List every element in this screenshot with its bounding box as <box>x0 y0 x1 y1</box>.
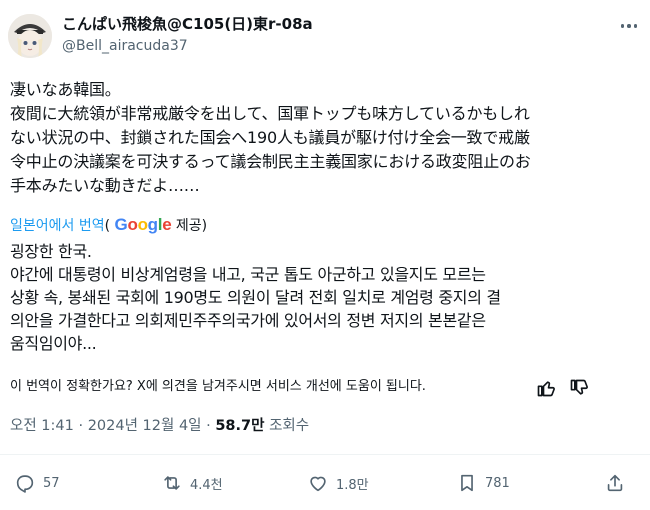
share-button[interactable] <box>604 468 626 498</box>
translation-attribution: 일본어에서 번역( Google 제공) <box>10 215 207 236</box>
share-icon <box>607 474 623 492</box>
bookmark-count: 781 <box>485 475 510 491</box>
meta-separator: · <box>206 418 211 434</box>
thumbs-up-icon[interactable] <box>536 378 556 398</box>
bookmark-icon <box>461 474 473 492</box>
thumbs-down-icon[interactable] <box>569 378 589 398</box>
translation-feedback-prompt: 이 번역이 정확한가요? X에 의견을 남겨주시면 서비스 개선에 도움이 됩니… <box>10 379 426 394</box>
more-options-icon[interactable] <box>616 16 642 36</box>
translated-from-link[interactable]: 일본어에서 번역 <box>10 218 105 234</box>
repost-count: 4.4천 <box>190 477 223 493</box>
heart-icon <box>310 476 326 492</box>
avatar-illustration <box>8 14 52 58</box>
views-count: 58.7만 <box>215 418 265 434</box>
like-button[interactable]: 1.8만 <box>307 468 369 498</box>
bookmark-button[interactable]: 781 <box>456 468 510 498</box>
reply-count: 57 <box>43 475 60 491</box>
tweet-time[interactable]: 오전 1:41 <box>10 418 74 434</box>
meta-separator: · <box>78 418 84 434</box>
repost-icon <box>164 476 180 490</box>
action-bar: 57 4.4천 1.8만 781 <box>0 468 650 498</box>
author-handle[interactable]: @Bell_airacuda37 <box>62 36 313 56</box>
tweet-date[interactable]: 2024년 12월 4일 <box>88 418 202 434</box>
google-logo: Google <box>114 215 172 234</box>
reply-icon <box>16 475 34 493</box>
like-count: 1.8만 <box>336 477 369 493</box>
provided-by-label: 제공) <box>175 218 208 234</box>
attribution-open-paren: ( <box>104 218 111 234</box>
tweet-meta: 오전 1:41 · 2024년 12월 4일 · 58.7만 조회수 <box>10 416 309 436</box>
author-block: こんぱい飛梭魚@C105(日)東r-08a @Bell_airacuda37 <box>62 14 313 56</box>
author-display-name[interactable]: こんぱい飛梭魚@C105(日)東r-08a <box>62 14 313 34</box>
tweet-text: 凄いなあ韓国。 夜間に大統領が非常戒厳令を出して、国軍トップも味方しているかもし… <box>10 80 531 195</box>
actions-divider <box>0 454 650 455</box>
translated-text: 굉장한 한국. 야간에 대통령이 비상계엄령을 내고, 국군 톱도 아군하고 있… <box>10 242 501 353</box>
author-avatar[interactable] <box>8 14 52 58</box>
views-label: 조회수 <box>269 418 310 434</box>
repost-button[interactable]: 4.4천 <box>161 468 223 498</box>
reply-button[interactable]: 57 <box>14 468 60 498</box>
